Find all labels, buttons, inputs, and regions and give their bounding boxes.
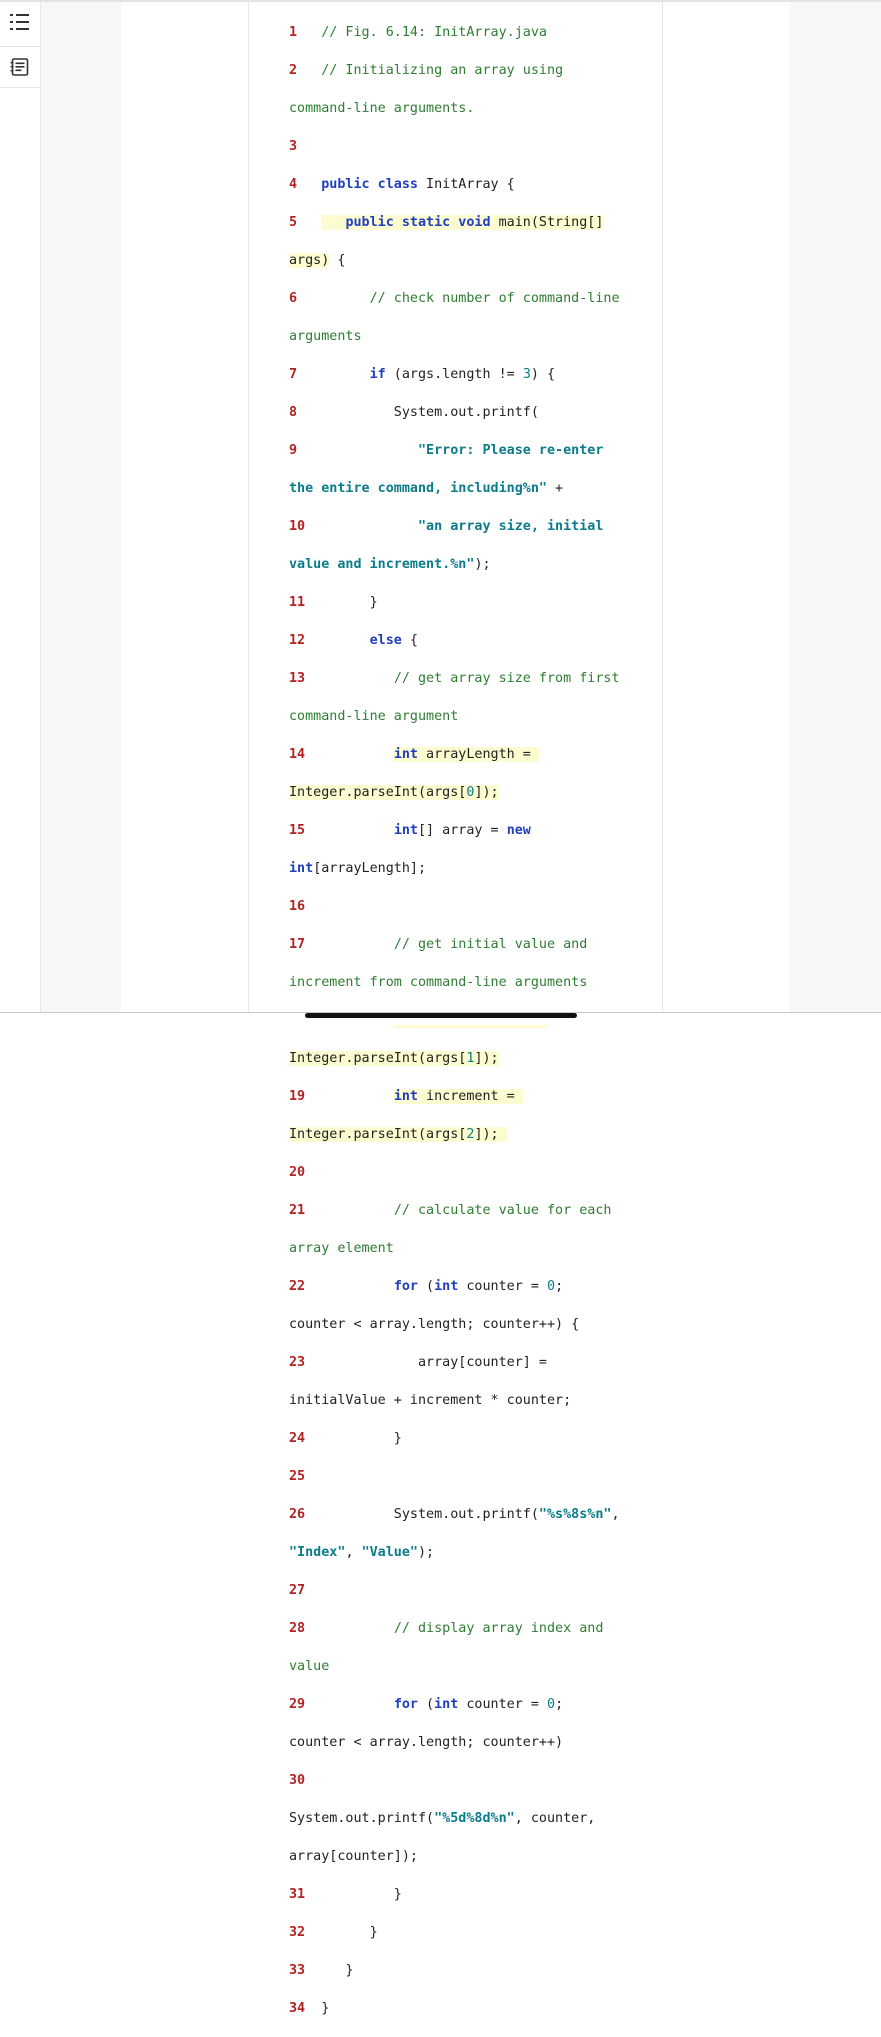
- code-line: 26 System.out.printf("%s%8s%n",: [289, 1507, 620, 1522]
- code-line: 22 for (int counter = 0;: [289, 1279, 564, 1294]
- code-line: arguments: [289, 329, 362, 344]
- code-line: 31 }: [289, 1887, 402, 1902]
- code-line: command-line arguments.: [289, 101, 475, 116]
- code-line: 13 // get array size from first: [289, 671, 620, 686]
- code-line: 1 // Fig. 6.14: InitArray.java: [289, 25, 547, 40]
- outline-button[interactable]: [4, 6, 36, 38]
- code-line: 28 // display array index and: [289, 1621, 604, 1636]
- code-line: 21 // calculate value for each: [289, 1203, 612, 1218]
- code-line: 20: [289, 1165, 306, 1180]
- code-line: System.out.printf("%5d%8d%n", counter,: [289, 1811, 596, 1826]
- code-line: 25: [289, 1469, 306, 1484]
- code-line: 34 }: [289, 2001, 330, 2016]
- code-line: command-line argument: [289, 709, 459, 724]
- left-margin: [41, 2, 121, 1012]
- code-line: 16: [289, 899, 306, 914]
- code-line: 29 for (int counter = 0;: [289, 1697, 564, 1712]
- list-icon: [10, 14, 29, 30]
- right-margin: [790, 2, 881, 1012]
- code-right-border: [662, 2, 663, 1012]
- code-line: 9 "Error: Please re-enter: [289, 443, 604, 458]
- code-line: 30: [289, 1773, 306, 1788]
- code-line: 19 int increment =: [289, 1089, 523, 1104]
- code-line: 11 }: [289, 595, 378, 610]
- code-line: 12 else {: [289, 633, 418, 648]
- code-line: 27: [289, 1583, 306, 1598]
- code-line: initialValue + increment * counter;: [289, 1393, 572, 1408]
- code-line: 15 int[] array = new: [289, 823, 531, 838]
- code-line: 32 }: [289, 1925, 378, 1940]
- code-line: value and increment.%n");: [289, 557, 491, 572]
- code-line: increment from command-line arguments: [289, 975, 588, 990]
- code-line: "Index", "Value");: [289, 1545, 435, 1560]
- code-left-border: [248, 2, 249, 1012]
- code-line: 5 public static void main(String[]: [289, 215, 604, 230]
- code-line: value: [289, 1659, 330, 1674]
- code-line: 2 // Initializing an array using: [289, 63, 564, 78]
- code-line: Integer.parseInt(args[0]);: [289, 785, 499, 800]
- code-line: array element: [289, 1241, 394, 1256]
- code-line: 8 System.out.printf(: [289, 405, 539, 420]
- code-line: counter < array.length; counter++) {: [289, 1317, 580, 1332]
- code-line: counter < array.length; counter++): [289, 1735, 564, 1750]
- code-line: Integer.parseInt(args[2]);: [289, 1127, 507, 1142]
- notes-button[interactable]: [0, 46, 40, 88]
- code-line: 23 array[counter] =: [289, 1355, 547, 1370]
- code-line: 24 }: [289, 1431, 402, 1446]
- code-line: 6 // check number of command-line: [289, 291, 620, 306]
- code-line: 10 "an array size, initial: [289, 519, 604, 534]
- code-line: 4 public class InitArray {: [289, 177, 515, 192]
- code-line: 14 int arrayLength =: [289, 747, 539, 762]
- code-line: array[counter]);: [289, 1849, 418, 1864]
- notes-icon: [10, 58, 29, 76]
- code-line: Integer.parseInt(args[1]);: [289, 1051, 499, 1066]
- code-line: 7 if (args.length != 3) {: [289, 367, 556, 382]
- home-indicator[interactable]: [305, 1013, 577, 1018]
- code-line: 3: [289, 139, 298, 154]
- code-line: the entire command, including%n" +: [289, 481, 564, 496]
- code-line: 33 }: [289, 1963, 354, 1978]
- left-toolbar: [0, 2, 41, 1012]
- code-line: args) {: [289, 253, 346, 268]
- code-line: int[arrayLength];: [289, 861, 427, 876]
- code-line: 17 // get initial value and: [289, 937, 588, 952]
